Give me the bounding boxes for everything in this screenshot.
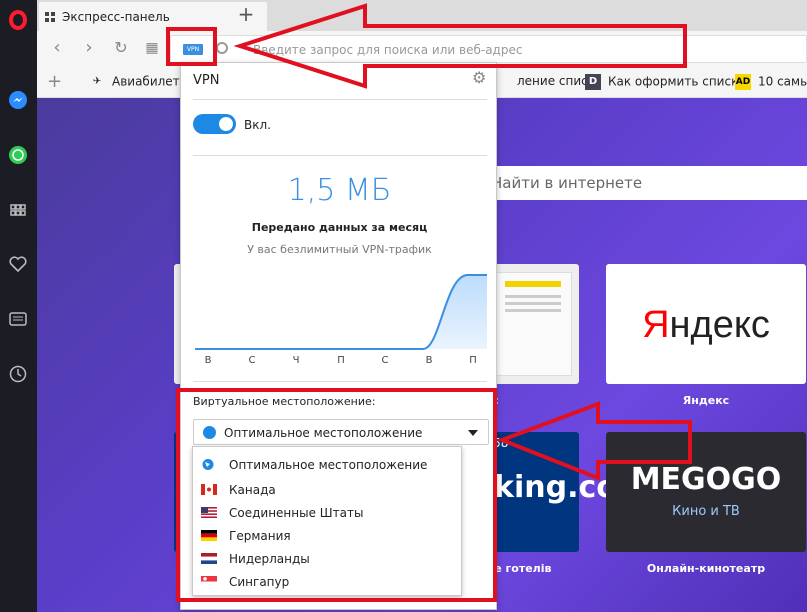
data-subtitle: У вас безлимитный VPN-трафик bbox=[247, 243, 432, 256]
traffic-chart bbox=[195, 274, 487, 350]
bookmark-item[interactable]: AD10 самых bbox=[735, 74, 807, 90]
day-label: П bbox=[469, 355, 477, 366]
address-placeholder: Введите запрос для поиска или веб-адрес bbox=[253, 43, 523, 57]
sidebar bbox=[0, 0, 37, 612]
tile-yandex-label: Яндекс bbox=[682, 394, 730, 407]
divider bbox=[193, 99, 487, 100]
history-clock-icon[interactable] bbox=[6, 362, 30, 386]
d-icon: D bbox=[585, 74, 601, 90]
back-icon[interactable]: ‹ bbox=[45, 37, 69, 61]
divider bbox=[193, 381, 487, 382]
bookmark-item[interactable]: D Как оформить списк bbox=[585, 74, 738, 90]
heart-icon[interactable] bbox=[6, 252, 30, 276]
yandex-logo: Яндекс bbox=[642, 304, 770, 346]
tile-megogo-label: Онлайн-кинотеатр bbox=[646, 562, 766, 575]
tab-strip: Экспресс-панель + bbox=[37, 0, 807, 31]
ad-icon: AD bbox=[735, 74, 751, 90]
data-caption: Передано данных за месяц bbox=[251, 221, 428, 234]
divider bbox=[193, 155, 487, 156]
day-label: В bbox=[204, 355, 212, 366]
annotation-box-location bbox=[176, 388, 497, 602]
chart-days: В С Ч П С В П bbox=[195, 355, 487, 369]
tab-speed-dial[interactable]: Экспресс-панель bbox=[39, 2, 267, 31]
gear-icon[interactable]: ⚙ bbox=[472, 70, 488, 86]
tabs-grid-icon[interactable]: ▦ bbox=[140, 37, 164, 61]
speed-dial-search[interactable]: Найти в интернете bbox=[481, 166, 807, 200]
day-label: Ч bbox=[292, 355, 300, 366]
new-tab-button[interactable]: + bbox=[235, 2, 257, 28]
bookmark-item[interactable]: ✈ Авиабилеты bbox=[89, 74, 189, 90]
forward-icon[interactable]: › bbox=[77, 37, 101, 61]
bookmark-item[interactable]: ление списк bbox=[517, 74, 595, 88]
whatsapp-icon[interactable] bbox=[6, 143, 30, 167]
messenger-icon[interactable] bbox=[6, 88, 30, 112]
tile-yandex[interactable]: Яндекс bbox=[606, 264, 806, 384]
day-label: П bbox=[337, 355, 345, 366]
reload-icon[interactable]: ↻ bbox=[109, 37, 133, 61]
vpn-toggle-label: Вкл. bbox=[244, 118, 271, 132]
vpn-popup-title: VPN bbox=[193, 73, 220, 88]
tile-megogo[interactable]: MEGOGO Кино и ТВ bbox=[606, 432, 806, 552]
megogo-logo: MEGOGO bbox=[630, 462, 782, 497]
add-bookmark-icon[interactable]: + bbox=[47, 71, 62, 92]
plane-icon: ✈ bbox=[92, 76, 102, 87]
day-label: С bbox=[381, 355, 389, 366]
news-icon[interactable] bbox=[6, 307, 30, 331]
address-bar[interactable]: VPN Введите запрос для поиска или веб-ад… bbox=[170, 35, 807, 63]
speed-dial-tab-icon bbox=[45, 11, 55, 22]
page-thumbnail bbox=[494, 272, 572, 376]
opera-logo-icon[interactable] bbox=[6, 8, 30, 32]
megogo-subtitle: Кино и ТВ bbox=[672, 504, 740, 519]
vpn-toggle[interactable] bbox=[193, 114, 236, 134]
day-label: В bbox=[425, 355, 433, 366]
day-label: С bbox=[248, 355, 256, 366]
annotation-box-vpn bbox=[166, 27, 217, 66]
data-amount: 1,5 МБ bbox=[287, 173, 392, 208]
tab-title: Экспресс-панель bbox=[62, 9, 170, 24]
speed-dial-icon[interactable] bbox=[6, 198, 30, 222]
search-icon bbox=[216, 42, 228, 54]
